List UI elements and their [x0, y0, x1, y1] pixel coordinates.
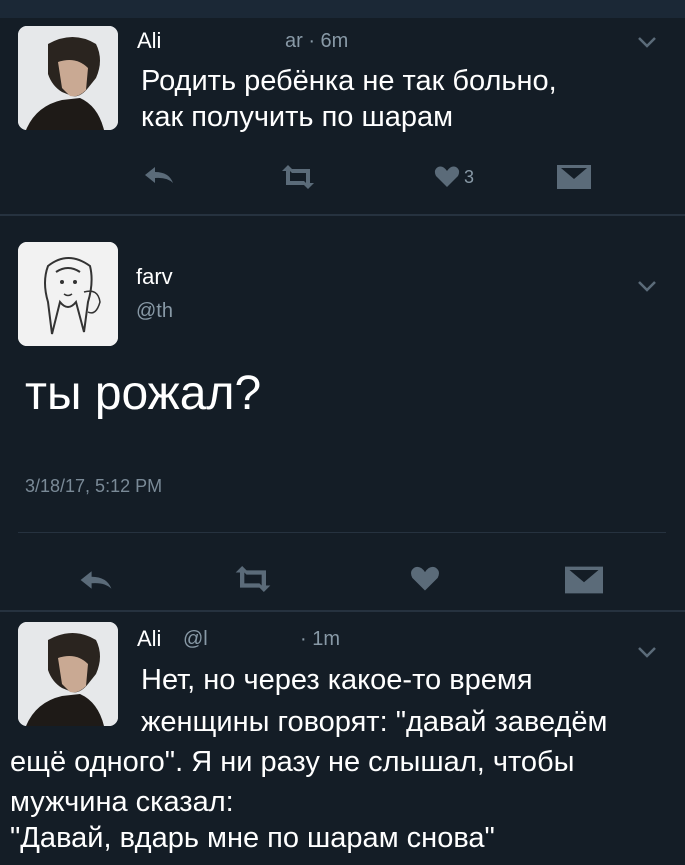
like-count: 3: [464, 166, 475, 187]
retweet-icon: [235, 566, 271, 592]
author-name[interactable]: Ali: [137, 626, 161, 652]
avatar[interactable]: [18, 26, 118, 130]
chevron-down-icon[interactable]: [637, 28, 657, 54]
author-handle[interactable]: @l: [183, 628, 208, 651]
chevron-down-icon[interactable]: [637, 638, 657, 664]
tweet-3[interactable]: Ali @l · 1m Нет, но через какое-то время…: [0, 612, 685, 865]
tweet-text-line4: мужчина сказал:: [10, 786, 234, 818]
tweet-time[interactable]: · 1m: [300, 628, 340, 651]
reply-button[interactable]: [78, 569, 114, 591]
tweet-time[interactable]: ar · 6m: [285, 30, 348, 53]
author-name[interactable]: farv: [136, 264, 173, 290]
author-handle[interactable]: @th: [136, 300, 173, 323]
tweet-text-line3: ещё одного". Я ни разу не слышал, чтобы: [10, 746, 575, 778]
tweet-timestamp[interactable]: 3/18/17, 5:12 PM: [25, 476, 162, 497]
reply-icon: [80, 571, 112, 589]
envelope-icon: [565, 566, 603, 594]
retweet-button[interactable]: [231, 566, 275, 592]
retweet-icon: [282, 165, 314, 189]
like-button[interactable]: [410, 566, 440, 592]
like-button[interactable]: 3: [434, 166, 474, 188]
dm-button[interactable]: [565, 566, 603, 594]
avatar[interactable]: [18, 242, 118, 346]
envelope-icon: [557, 165, 591, 189]
retweet-button[interactable]: [278, 165, 318, 189]
author-name[interactable]: Ali: [137, 28, 161, 54]
tweet-text-line5: "Давай, вдарь мне по шарам снова": [10, 822, 495, 854]
divider: [18, 532, 666, 533]
tweet-text-line1: Нет, но через какое-то время: [141, 664, 533, 696]
tweet-text-line1: Родить ребёнка не так больно,: [141, 65, 557, 97]
tweet-text: ты рожал?: [25, 367, 262, 420]
tweet-text-line2: как получить по шарам: [141, 101, 454, 133]
top-bar: [0, 0, 685, 18]
heart-icon: [434, 166, 460, 187]
avatar[interactable]: [18, 622, 118, 726]
tweet-text-line2: женщины говорят: "давай заведём: [141, 706, 608, 738]
reply-icon: [145, 167, 173, 183]
heart-icon: [411, 566, 439, 591]
reply-button[interactable]: [143, 165, 175, 185]
dm-button[interactable]: [557, 165, 591, 189]
chevron-down-icon[interactable]: [637, 272, 657, 298]
tweet-1[interactable]: Ali ar · 6m Родить ребёнка не так больно…: [0, 18, 685, 214]
tweet-2[interactable]: farv @th ты рожал? 3/18/17, 5:12 PM: [0, 216, 685, 610]
